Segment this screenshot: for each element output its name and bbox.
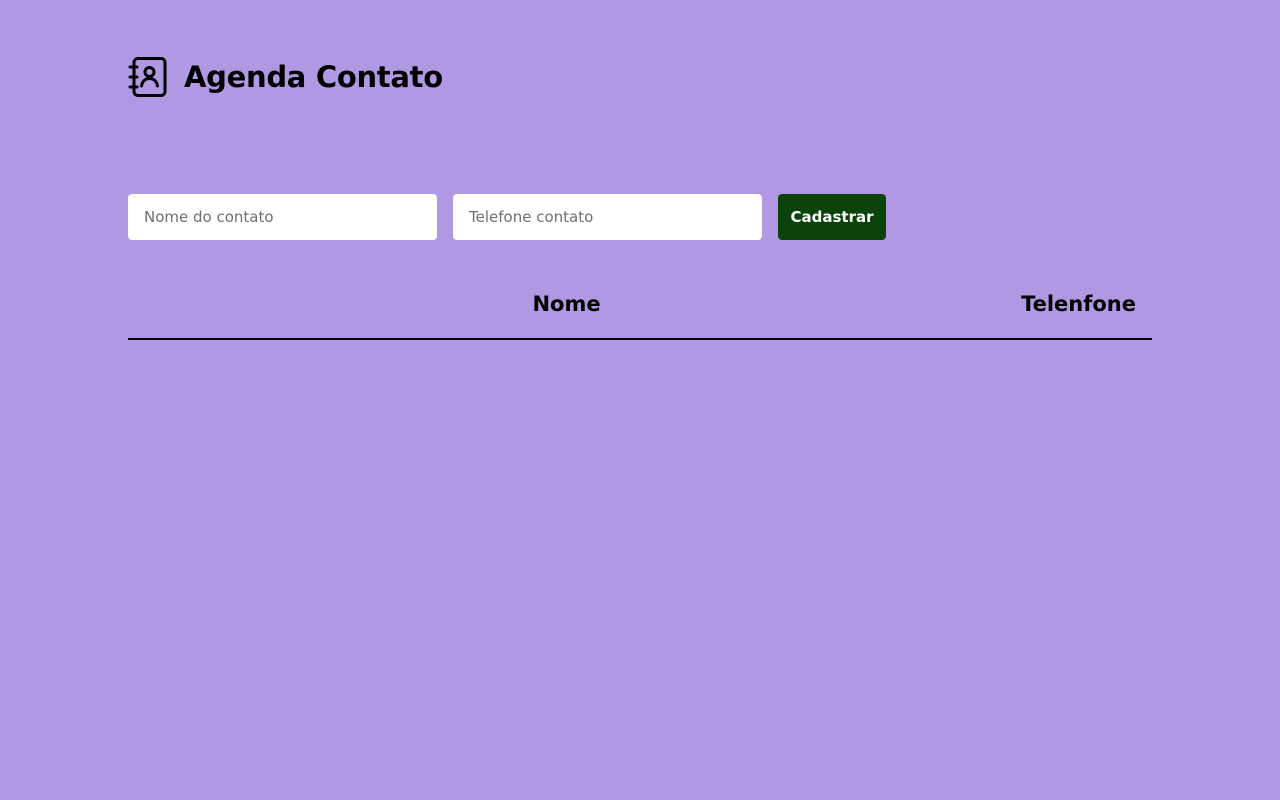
column-header-name: Nome <box>128 280 1006 340</box>
page-title: Agenda Contato <box>184 60 443 94</box>
contacts-table: Nome Telenfone <box>128 280 1152 340</box>
page: Agenda Contato Cadastrar Nome Telenfone <box>0 0 1280 800</box>
column-header-phone: Telenfone <box>1005 280 1152 340</box>
table-header-row: Nome Telenfone <box>128 280 1152 340</box>
register-button[interactable]: Cadastrar <box>778 194 886 240</box>
contact-book-icon <box>128 57 167 97</box>
app-header: Agenda Contato <box>128 56 443 98</box>
contact-name-input[interactable] <box>128 194 437 240</box>
contact-phone-input[interactable] <box>453 194 762 240</box>
contact-form: Cadastrar <box>128 194 886 240</box>
